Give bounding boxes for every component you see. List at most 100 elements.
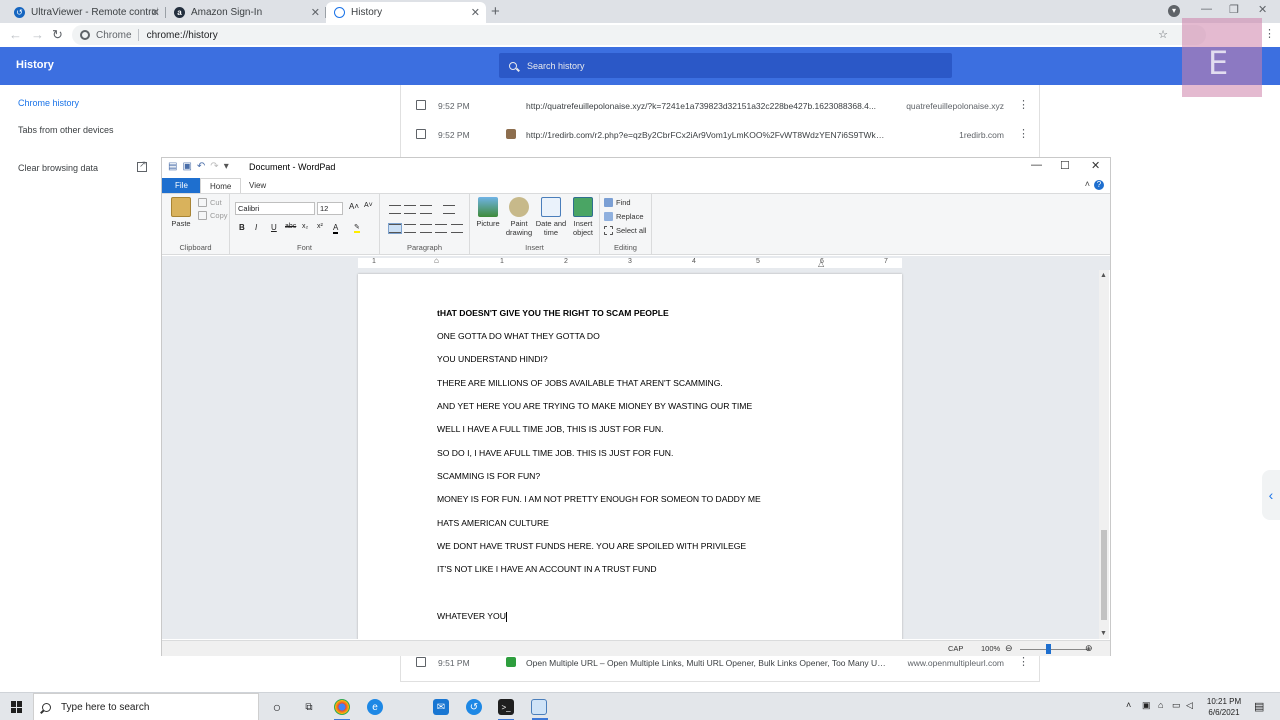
open-in-new-icon[interactable] — [137, 159, 147, 172]
tab-history[interactable]: History ✕ — [326, 2, 486, 23]
ultraviewer-taskbar-icon[interactable]: ↺ — [466, 699, 482, 715]
back-arrow-icon[interactable]: ← — [9, 27, 22, 42]
sidebar-item-clear-browsing-data[interactable]: Clear browsing data — [18, 163, 98, 173]
customize-qat-icon[interactable]: ▾ — [224, 161, 229, 172]
cortana-icon[interactable]: ○ — [269, 699, 285, 715]
tab-amazon[interactable]: a Amazon Sign-In ✕ — [166, 2, 326, 23]
row-checkbox[interactable] — [416, 129, 426, 139]
subscript-icon[interactable]: x₂ — [302, 223, 308, 230]
text-color-icon[interactable]: A — [333, 223, 339, 234]
tab-home[interactable]: Home — [200, 178, 242, 193]
tab-search-icon[interactable]: ▾ — [1168, 5, 1180, 17]
network-icon[interactable]: ⌂ — [1158, 700, 1163, 710]
row-title[interactable]: http://1redirb.com/r2.php?e=qzBy2CbrFCx2… — [526, 130, 888, 140]
task-view-icon[interactable]: ⧉ — [301, 699, 317, 715]
battery-icon[interactable]: ▭ — [1172, 700, 1181, 711]
bullet-list-icon[interactable] — [420, 205, 432, 214]
insert-object-button[interactable]: Insert object — [566, 197, 600, 237]
windows-start-icon[interactable] — [11, 701, 23, 713]
volume-icon[interactable]: ◁ — [1186, 700, 1193, 711]
row-checkbox[interactable] — [416, 657, 426, 667]
picture-button[interactable]: Picture — [471, 197, 505, 228]
document-page[interactable]: tHAT DOESN'T GIVE YOU THE RIGHT TO SCAM … — [358, 274, 902, 639]
sidebar-item-tabs-other-devices[interactable]: Tabs from other devices — [18, 125, 114, 135]
chrome-taskbar-icon[interactable] — [334, 699, 350, 720]
replace-button[interactable]: Replace — [604, 212, 644, 221]
cut-button[interactable]: Cut — [198, 198, 222, 207]
indent-marker-icon[interactable]: ⌂ — [434, 256, 439, 265]
underline-icon[interactable]: U — [271, 223, 277, 232]
collapse-ribbon-icon[interactable]: ˄ — [1085, 179, 1090, 189]
taskbar-search-box[interactable]: Type here to search — [33, 693, 259, 720]
justify-icon[interactable] — [435, 224, 447, 233]
shrink-font-icon[interactable]: A˅ — [364, 202, 373, 209]
taskbar-clock[interactable]: 10:21 PM 6/6/2021 — [1200, 696, 1248, 718]
close-tab-icon[interactable]: ✕ — [471, 6, 480, 19]
search-history-input[interactable]: Search history — [499, 53, 952, 78]
grow-font-icon[interactable]: A˄ — [349, 202, 359, 211]
ruler[interactable]: 1 1 2 3 4 5 6 7 ⌂ △ — [162, 256, 1110, 270]
help-icon[interactable]: ? — [1094, 180, 1104, 190]
save-icon[interactable]: ▣ — [182, 161, 191, 172]
paste-button[interactable]: Paste — [164, 197, 198, 228]
wordpad-taskbar-icon[interactable] — [531, 699, 548, 720]
address-bar[interactable]: Chrome chrome://history ☆ — [72, 25, 1206, 45]
wordpad-app-icon[interactable]: ▤ — [168, 161, 177, 172]
tab-ultraviewer[interactable]: ↺ UltraViewer - Remote control so ✕ — [6, 2, 166, 23]
align-center-icon[interactable] — [404, 224, 416, 233]
close-tab-icon[interactable]: ✕ — [151, 6, 160, 19]
select-all-button[interactable]: Select all — [604, 226, 646, 235]
new-tab-button[interactable]: + — [491, 3, 500, 20]
tray-app-icon[interactable]: ▣ — [1142, 700, 1151, 711]
history-row[interactable]: 9:52 PM http://quatrefeuillepolonaise.xy… — [401, 91, 1041, 119]
paragraph-settings-icon[interactable] — [451, 224, 463, 233]
align-right-icon[interactable] — [420, 224, 432, 233]
wordpad-minimize-icon[interactable]: — — [1031, 159, 1042, 171]
tab-file[interactable]: File — [162, 178, 201, 193]
vertical-scrollbar[interactable]: ▲ ▼ — [1099, 270, 1109, 639]
row-menu-icon[interactable]: ⋮ — [1018, 98, 1029, 111]
increase-indent-icon[interactable] — [404, 205, 416, 214]
font-size-select[interactable]: 12 — [317, 202, 343, 215]
copy-button[interactable]: Copy — [198, 211, 228, 220]
wordpad-close-icon[interactable]: ✕ — [1091, 159, 1100, 172]
tab-view[interactable]: View — [240, 178, 275, 193]
terminal-taskbar-icon[interactable]: >_ — [498, 699, 514, 720]
tray-chevron-icon[interactable]: ˄ — [1126, 700, 1131, 710]
zoom-slider-thumb[interactable] — [1046, 644, 1051, 654]
decrease-indent-icon[interactable] — [389, 205, 401, 214]
font-family-select[interactable]: Calibri — [235, 202, 315, 215]
site-chip[interactable]: Chrome — [80, 30, 132, 41]
close-window-icon[interactable]: ✕ — [1258, 3, 1267, 16]
scroll-thumb[interactable] — [1101, 530, 1107, 620]
line-spacing-icon[interactable] — [443, 205, 455, 214]
sidebar-item-chrome-history[interactable]: Chrome history — [18, 98, 79, 108]
history-row[interactable]: 9:52 PM http://1redirb.com/r2.php?e=qzBy… — [401, 120, 1041, 148]
align-left-icon[interactable] — [388, 223, 402, 234]
side-panel-chevron-icon[interactable]: ‹ — [1262, 470, 1280, 520]
zoom-slider[interactable] — [1020, 649, 1090, 650]
maximize-icon[interactable]: ❐ — [1229, 3, 1239, 16]
right-indent-marker-icon[interactable]: △ — [818, 259, 824, 268]
row-menu-icon[interactable]: ⋮ — [1018, 127, 1029, 140]
address-url[interactable]: chrome://history — [147, 30, 218, 41]
zoom-out-icon[interactable]: ⊖ — [1005, 643, 1013, 654]
scroll-up-icon[interactable]: ▲ — [1100, 272, 1107, 279]
find-button[interactable]: Find — [604, 198, 631, 207]
zoom-in-icon[interactable]: ⊕ — [1085, 643, 1093, 654]
edge-taskbar-icon[interactable]: e — [367, 699, 383, 715]
forward-arrow-icon[interactable]: → — [31, 27, 44, 42]
paint-drawing-button[interactable]: Paint drawing — [502, 197, 536, 237]
browser-menu-icon[interactable]: ⋮ — [1264, 27, 1275, 40]
superscript-icon[interactable]: x² — [317, 223, 323, 230]
reload-icon[interactable]: ↻ — [52, 27, 63, 43]
close-tab-icon[interactable]: ✕ — [311, 6, 320, 19]
row-title[interactable]: http://quatrefeuillepolonaise.xyz/?k=724… — [526, 101, 888, 111]
redo-icon[interactable]: ↷ — [210, 161, 218, 172]
italic-icon[interactable]: I — [255, 223, 257, 232]
row-title[interactable]: Open Multiple URL – Open Multiple Links,… — [526, 658, 888, 668]
notifications-icon[interactable]: ▤ — [1254, 700, 1264, 713]
row-checkbox[interactable] — [416, 100, 426, 110]
mail-taskbar-icon[interactable]: ✉ — [433, 699, 449, 715]
wordpad-maximize-icon[interactable]: ☐ — [1060, 159, 1070, 172]
